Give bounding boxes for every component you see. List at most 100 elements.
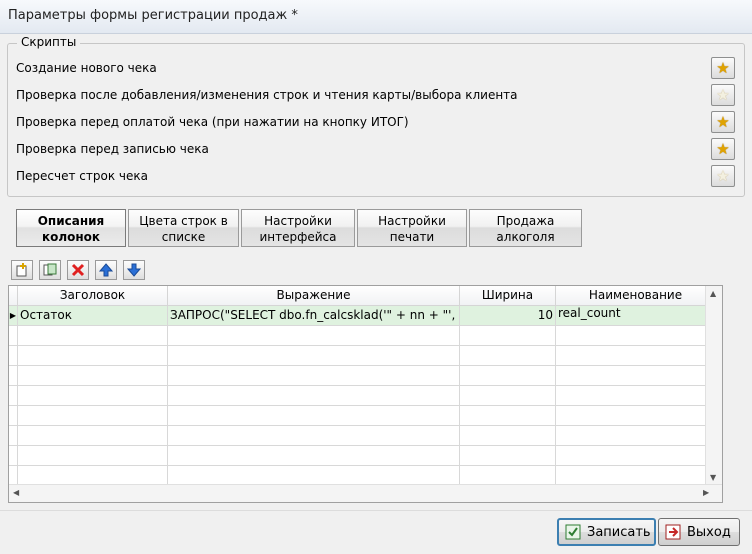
table-row[interactable] — [9, 366, 716, 386]
cell-title[interactable]: Остаток — [18, 306, 168, 325]
tab-alcohol-sales[interactable]: Продажа алкоголя — [469, 209, 582, 247]
script-label: Проверка перед оплатой чека (при нажатии… — [16, 115, 409, 129]
table-row[interactable] — [9, 406, 716, 426]
tab-label: Цвета строк в — [139, 214, 228, 228]
cell-expression[interactable] — [168, 366, 460, 385]
script-star-button[interactable]: ★ — [711, 57, 735, 79]
table-row[interactable]: ▶ Остаток ЗАПРОС("SELECT dbo.fn_calcskla… — [9, 306, 716, 326]
cell-width[interactable] — [460, 326, 556, 345]
script-star-button[interactable]: ★ — [711, 138, 735, 160]
script-label: Проверка перед записью чека — [16, 142, 209, 156]
cell-name[interactable]: real_count — [556, 306, 716, 325]
save-button[interactable]: Записать — [557, 518, 656, 546]
dialog-button-bar: Записать Выход — [0, 510, 752, 554]
move-up-button[interactable] — [95, 260, 117, 280]
cell-title[interactable] — [18, 346, 168, 365]
cell-width[interactable] — [460, 346, 556, 365]
script-row-before-payment: Проверка перед оплатой чека (при нажатии… — [16, 111, 736, 135]
cell-name[interactable] — [556, 466, 716, 485]
horizontal-scrollbar[interactable]: ◀ ▶ — [9, 484, 722, 502]
cell-expression[interactable] — [168, 326, 460, 345]
cell-expression[interactable]: ЗАПРОС("SELECT dbo.fn_calcsklad('" + nn … — [168, 306, 460, 325]
columns-grid[interactable]: Заголовок Выражение Ширина Наименование … — [8, 285, 723, 503]
tab-interface-settings[interactable]: Настройки интерфейса — [241, 209, 355, 247]
cell-title[interactable] — [18, 446, 168, 465]
cell-title[interactable] — [18, 426, 168, 445]
script-label: Создание нового чека — [16, 61, 157, 75]
tab-label: интерфейса — [259, 230, 337, 244]
table-row[interactable] — [9, 346, 716, 366]
tab-print-settings[interactable]: Настройки печати — [357, 209, 467, 247]
cell-name[interactable] — [556, 446, 716, 465]
cell-expression[interactable] — [168, 406, 460, 425]
table-row[interactable] — [9, 446, 716, 466]
add-row-button[interactable] — [11, 260, 33, 280]
cell-title[interactable] — [18, 386, 168, 405]
scroll-left-icon[interactable]: ◀ — [13, 488, 19, 497]
exit-button-label: Выход — [687, 524, 731, 540]
cell-width[interactable] — [460, 446, 556, 465]
table-row[interactable] — [9, 466, 716, 486]
table-row[interactable] — [9, 426, 716, 446]
row-indicator — [9, 446, 18, 465]
row-indicator-header — [9, 286, 18, 305]
cell-name[interactable] — [556, 406, 716, 425]
cell-name[interactable] — [556, 326, 716, 345]
cell-expression[interactable] — [168, 346, 460, 365]
scripts-group-label: Скрипты — [17, 35, 81, 49]
tab-label: списке — [161, 230, 206, 244]
tab-label: Настройки — [378, 214, 446, 228]
tab-label: Описания — [37, 214, 105, 228]
table-row[interactable] — [9, 326, 716, 346]
tab-row-colors[interactable]: Цвета строк в списке — [128, 209, 239, 247]
cell-title[interactable] — [18, 466, 168, 485]
cell-expression[interactable] — [168, 466, 460, 485]
move-up-icon — [99, 263, 113, 277]
move-down-button[interactable] — [123, 260, 145, 280]
star-empty-icon: ★ — [716, 167, 730, 185]
move-down-icon — [127, 263, 141, 277]
script-star-button[interactable]: ★ — [711, 111, 735, 133]
edit-row-button[interactable] — [39, 260, 61, 280]
cell-width[interactable] — [460, 406, 556, 425]
column-header-expression[interactable]: Выражение — [168, 286, 460, 305]
tab-column-descriptions[interactable]: Описания колонок — [16, 209, 126, 247]
column-header-title[interactable]: Заголовок — [18, 286, 168, 305]
row-indicator — [9, 386, 18, 405]
script-row-new-receipt: Создание нового чека ★ — [16, 57, 736, 81]
row-indicator — [9, 346, 18, 365]
row-indicator — [9, 426, 18, 445]
tab-label: Продажа — [496, 214, 555, 228]
script-star-button[interactable]: ★ — [711, 165, 735, 187]
scroll-up-icon[interactable]: ▲ — [710, 289, 716, 298]
scroll-right-icon[interactable]: ▶ — [703, 488, 709, 497]
script-star-button[interactable]: ★ — [711, 84, 735, 106]
exit-button[interactable]: Выход — [658, 518, 740, 546]
cell-width[interactable] — [460, 466, 556, 485]
cell-title[interactable] — [18, 366, 168, 385]
tab-label: печати — [389, 230, 435, 244]
cell-width[interactable]: 10 — [460, 306, 556, 325]
cell-expression[interactable] — [168, 446, 460, 465]
cell-name[interactable] — [556, 346, 716, 365]
column-header-name[interactable]: Наименование — [556, 286, 716, 305]
script-label: Пересчет строк чека — [16, 169, 148, 183]
cell-width[interactable] — [460, 426, 556, 445]
delete-row-button[interactable] — [67, 260, 89, 280]
star-filled-icon: ★ — [716, 59, 730, 77]
table-row[interactable] — [9, 386, 716, 406]
delete-row-icon — [71, 263, 85, 277]
current-row-indicator-icon: ▶ — [9, 306, 18, 325]
cell-width[interactable] — [460, 366, 556, 385]
cell-title[interactable] — [18, 406, 168, 425]
cell-title[interactable] — [18, 326, 168, 345]
cell-width[interactable] — [460, 386, 556, 405]
cell-name[interactable] — [556, 386, 716, 405]
column-header-width[interactable]: Ширина — [460, 286, 556, 305]
cell-name[interactable] — [556, 366, 716, 385]
cell-name[interactable] — [556, 426, 716, 445]
cell-expression[interactable] — [168, 386, 460, 405]
scroll-down-icon[interactable]: ▼ — [710, 473, 716, 482]
vertical-scrollbar[interactable]: ▲ ▼ — [705, 286, 722, 485]
cell-expression[interactable] — [168, 426, 460, 445]
